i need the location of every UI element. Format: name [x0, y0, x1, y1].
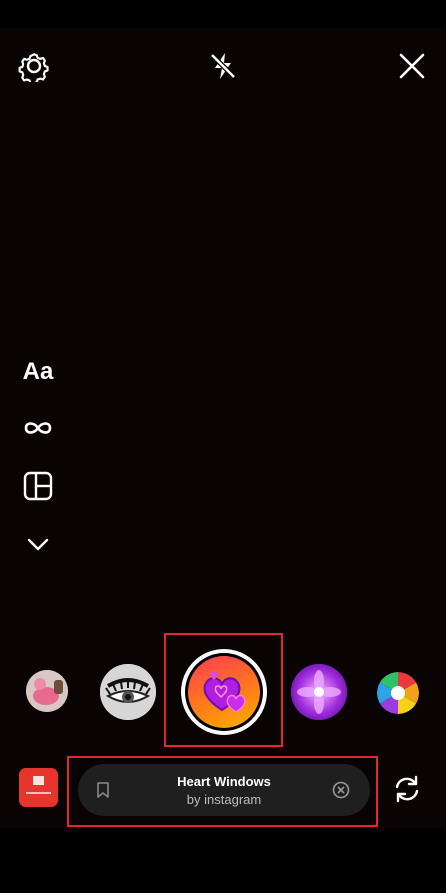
effect-info-bar[interactable]: Heart Windows by instagram: [78, 764, 370, 816]
gallery-thumbnail[interactable]: [19, 768, 58, 807]
effect-purple-flower[interactable]: [291, 664, 347, 720]
pink-flamingo-icon: [26, 670, 68, 712]
effect-title: Heart Windows: [177, 774, 271, 789]
effect-author: by instagram: [186, 792, 262, 807]
effect-eye-lashes[interactable]: [100, 664, 156, 720]
boomerang-button[interactable]: [18, 410, 58, 446]
flash-button[interactable]: [207, 50, 239, 82]
layout-button[interactable]: [18, 468, 58, 504]
create-text-button[interactable]: Aa: [18, 354, 58, 390]
layout-icon: [23, 471, 53, 501]
selected-effect-highlight: [164, 633, 283, 747]
settings-button[interactable]: [18, 50, 50, 82]
eye-lashes-icon: [100, 664, 156, 720]
chevron-down-icon: [27, 538, 49, 551]
flip-camera-button[interactable]: [392, 774, 422, 804]
flip-camera-icon: [395, 775, 419, 803]
gallery-thumbnail-icon: [19, 768, 58, 807]
purple-flower-icon: [291, 664, 347, 720]
close-circle-icon: [332, 781, 350, 799]
more-tools-button[interactable]: [18, 526, 58, 562]
remove-effect-button[interactable]: [332, 781, 350, 804]
effect-pink-flamingo[interactable]: [26, 670, 68, 712]
color-wheel-icon: [377, 672, 419, 714]
create-text-label: Aa: [22, 358, 54, 385]
gear-icon: [18, 53, 49, 82]
close-button[interactable]: [396, 50, 428, 82]
close-icon: [399, 53, 425, 79]
effect-color-wheel[interactable]: [377, 672, 419, 714]
flash-off-icon: [210, 53, 236, 79]
boomerang-icon: [24, 422, 52, 434]
